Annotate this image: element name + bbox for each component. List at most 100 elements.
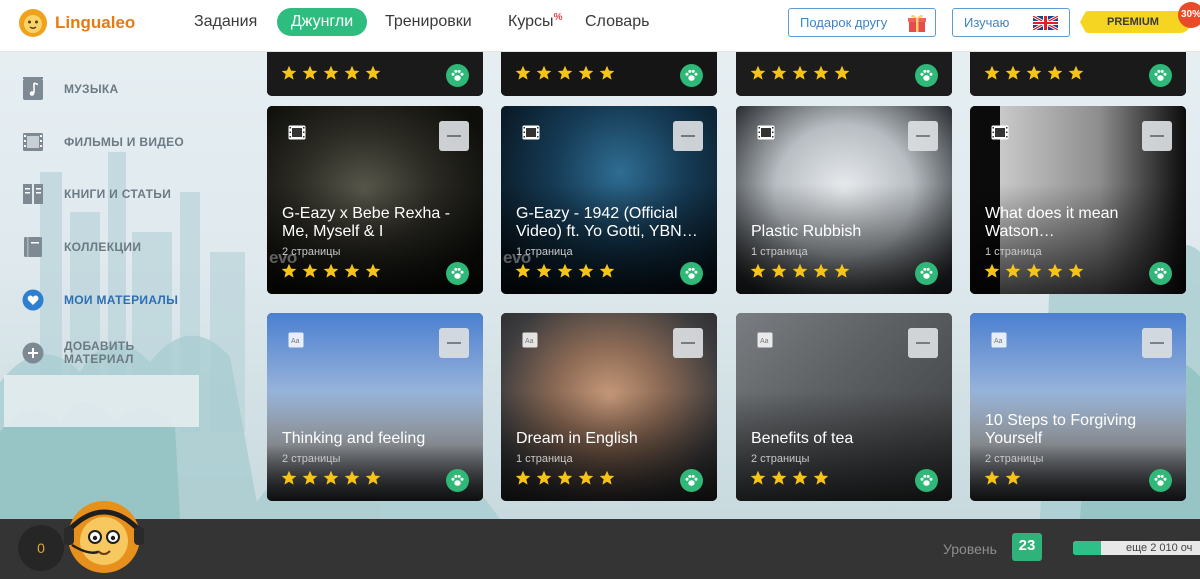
remove-button[interactable] — [908, 328, 938, 358]
text-type-icon: Aa — [522, 332, 538, 353]
material-card[interactable]: Aa Thinking and feeling 2 страницы — [267, 313, 483, 501]
material-card-partial[interactable] — [736, 52, 952, 96]
star-icon — [536, 470, 557, 491]
material-card[interactable]: Aa Benefits of tea 2 страницы — [736, 313, 952, 501]
lion-logo-icon — [19, 9, 47, 37]
nav-jungle[interactable]: Джунгли — [277, 8, 367, 36]
learning-language-button[interactable]: Изучаю — [952, 8, 1070, 37]
material-card-partial[interactable] — [501, 52, 717, 96]
premium-discount-badge: 30% — [1178, 2, 1200, 28]
star-icon — [515, 470, 536, 491]
svg-text:Aa: Aa — [525, 338, 534, 345]
remove-button[interactable] — [1142, 328, 1172, 358]
paw-icon[interactable] — [1149, 64, 1172, 87]
star-icon — [1005, 263, 1026, 284]
remove-button[interactable] — [673, 328, 703, 358]
star-icon — [323, 470, 344, 491]
logo[interactable]: Lingualeo — [18, 8, 135, 38]
sidebar-item-add-material[interactable]: Добавить материал — [22, 340, 198, 366]
sidebar-item-films[interactable]: Фильмы и видео — [22, 130, 198, 154]
star-icon — [302, 65, 323, 86]
material-card[interactable]: Aa Dream in English 1 страница — [501, 313, 717, 501]
star-icon — [557, 65, 578, 86]
nav-dictionary[interactable]: Словарь — [585, 12, 649, 32]
star-icon — [1005, 470, 1026, 491]
remove-button[interactable] — [1142, 121, 1172, 151]
paw-icon[interactable] — [446, 64, 469, 87]
nav-courses[interactable]: Курсы % — [508, 12, 563, 32]
rating-stars — [750, 470, 834, 491]
material-card[interactable]: evo G-Eazy - 1942 (Official Video) ft. Y… — [501, 106, 717, 294]
card-title: What does it mean Watson… — [985, 205, 1119, 240]
material-card-partial[interactable] — [970, 52, 1186, 96]
video-type-icon — [757, 125, 775, 145]
premium-label: PREMIUM — [1107, 16, 1159, 28]
material-card[interactable]: evo G-Eazy x Bebe Rexha - Me, Myself & I… — [267, 106, 483, 294]
star-icon — [984, 65, 1005, 86]
card-title: Plastic Rubbish — [751, 223, 862, 240]
star-icon — [515, 263, 536, 284]
paw-icon[interactable] — [915, 262, 938, 285]
card-title: G-Eazy x Bebe Rexha - Me, Myself & I — [282, 205, 451, 240]
sidebar-item-books[interactable]: Книги и статьи — [22, 182, 198, 206]
gift-friend-button[interactable]: Подарок другу — [788, 8, 936, 37]
paw-icon[interactable] — [1149, 262, 1172, 285]
paw-icon[interactable] — [915, 469, 938, 492]
star-icon — [557, 470, 578, 491]
rating-stars — [984, 65, 1089, 86]
star-icon — [599, 65, 620, 86]
star-icon — [578, 470, 599, 491]
star-icon — [344, 263, 365, 284]
material-card-partial[interactable] — [267, 52, 483, 96]
rating-stars — [281, 65, 386, 86]
sidebar-item-my-materials[interactable]: Мои материалы — [22, 288, 198, 312]
card-pages: 2 страницы — [751, 453, 810, 465]
sidebar-item-collections[interactable]: Коллекции — [22, 235, 198, 259]
star-icon — [302, 263, 323, 284]
premium-button[interactable]: PREMIUM — [1080, 11, 1191, 33]
paw-icon[interactable] — [680, 64, 703, 87]
paw-icon[interactable] — [680, 469, 703, 492]
card-pages: 2 страницы — [282, 453, 341, 465]
paw-icon[interactable] — [1149, 469, 1172, 492]
nav-training[interactable]: Тренировки — [385, 12, 472, 32]
material-card[interactable]: What does it mean Watson… 1 страница — [970, 106, 1186, 294]
sidebar-item-music[interactable]: Музыка — [22, 77, 198, 101]
svg-text:Aa: Aa — [760, 338, 769, 345]
paw-icon[interactable] — [680, 262, 703, 285]
star-icon — [1047, 65, 1068, 86]
card-title: Dream in English — [516, 430, 638, 447]
rating-stars — [281, 470, 386, 491]
sidebar-item-label: Коллекции — [64, 239, 142, 254]
material-card[interactable]: Plastic Rubbish 1 страница — [736, 106, 952, 294]
remove-button[interactable] — [439, 328, 469, 358]
star-icon — [834, 65, 855, 86]
paw-icon[interactable] — [446, 262, 469, 285]
plus-icon — [22, 341, 44, 365]
lion-mascot-icon[interactable] — [58, 497, 150, 579]
remove-button[interactable] — [439, 121, 469, 151]
star-icon — [1068, 263, 1089, 284]
svg-text:Aa: Aa — [291, 338, 300, 345]
star-icon — [536, 65, 557, 86]
remove-button[interactable] — [908, 121, 938, 151]
level-progress-fill — [1073, 541, 1101, 555]
svg-text:Aa: Aa — [994, 338, 1003, 345]
nav-courses-label: Курсы — [508, 13, 554, 30]
paw-icon[interactable] — [446, 469, 469, 492]
video-type-icon — [522, 125, 540, 145]
star-icon — [771, 263, 792, 284]
star-icon — [1068, 65, 1089, 86]
sidebar-item-label: Книги и статьи — [64, 186, 172, 201]
top-bar: Lingualeo Задания Джунгли Тренировки Кур… — [0, 0, 1200, 52]
gift-icon — [908, 14, 926, 32]
material-card[interactable]: Aa 10 Steps to Forgiving Yourself 2 страни… — [970, 313, 1186, 501]
remove-button[interactable] — [673, 121, 703, 151]
star-icon — [599, 263, 620, 284]
paw-icon[interactable] — [915, 64, 938, 87]
star-icon — [365, 263, 386, 284]
star-icon — [323, 65, 344, 86]
rating-stars — [750, 263, 855, 284]
card-pages: 1 страница — [516, 246, 573, 258]
nav-tasks[interactable]: Задания — [194, 12, 257, 32]
